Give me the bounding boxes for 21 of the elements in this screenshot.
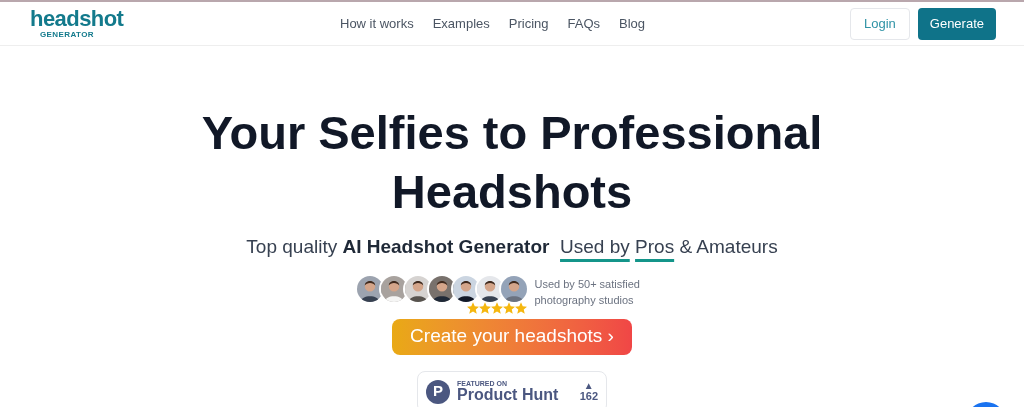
nav-link[interactable]: FAQs [567, 13, 601, 34]
star-icon [478, 301, 491, 314]
upvote-arrow: ▲ [583, 381, 594, 391]
logo-wordmark[interactable]: headshot [30, 8, 330, 30]
nav-link[interactable]: Examples [432, 13, 490, 34]
nav-link[interactable]: Pricing [508, 13, 549, 34]
login-button[interactable]: Login [850, 7, 910, 40]
logo-tagline: GENERATOR [40, 30, 95, 39]
nav-link[interactable]: How it works [340, 13, 414, 34]
hero-subtitle: Top quality AI Headshot Generator Used by Pros & Amateurs [246, 235, 778, 259]
product-hunt-logo: P [426, 379, 450, 404]
product-hunt-name: Product Hunt [457, 387, 559, 403]
vote-count: 162 [579, 391, 598, 402]
star-icon [466, 301, 479, 314]
star-icon [490, 301, 503, 314]
hero-heading: Your Selfies to Professional Headshots [200, 105, 824, 220]
star-icon [514, 301, 527, 314]
social-proof-text: Used by 50+ satisfied photography studios [534, 276, 641, 308]
nav-link[interactable]: Blog [619, 13, 646, 34]
star-icon [502, 301, 515, 314]
generate-button[interactable]: Generate [917, 7, 996, 40]
